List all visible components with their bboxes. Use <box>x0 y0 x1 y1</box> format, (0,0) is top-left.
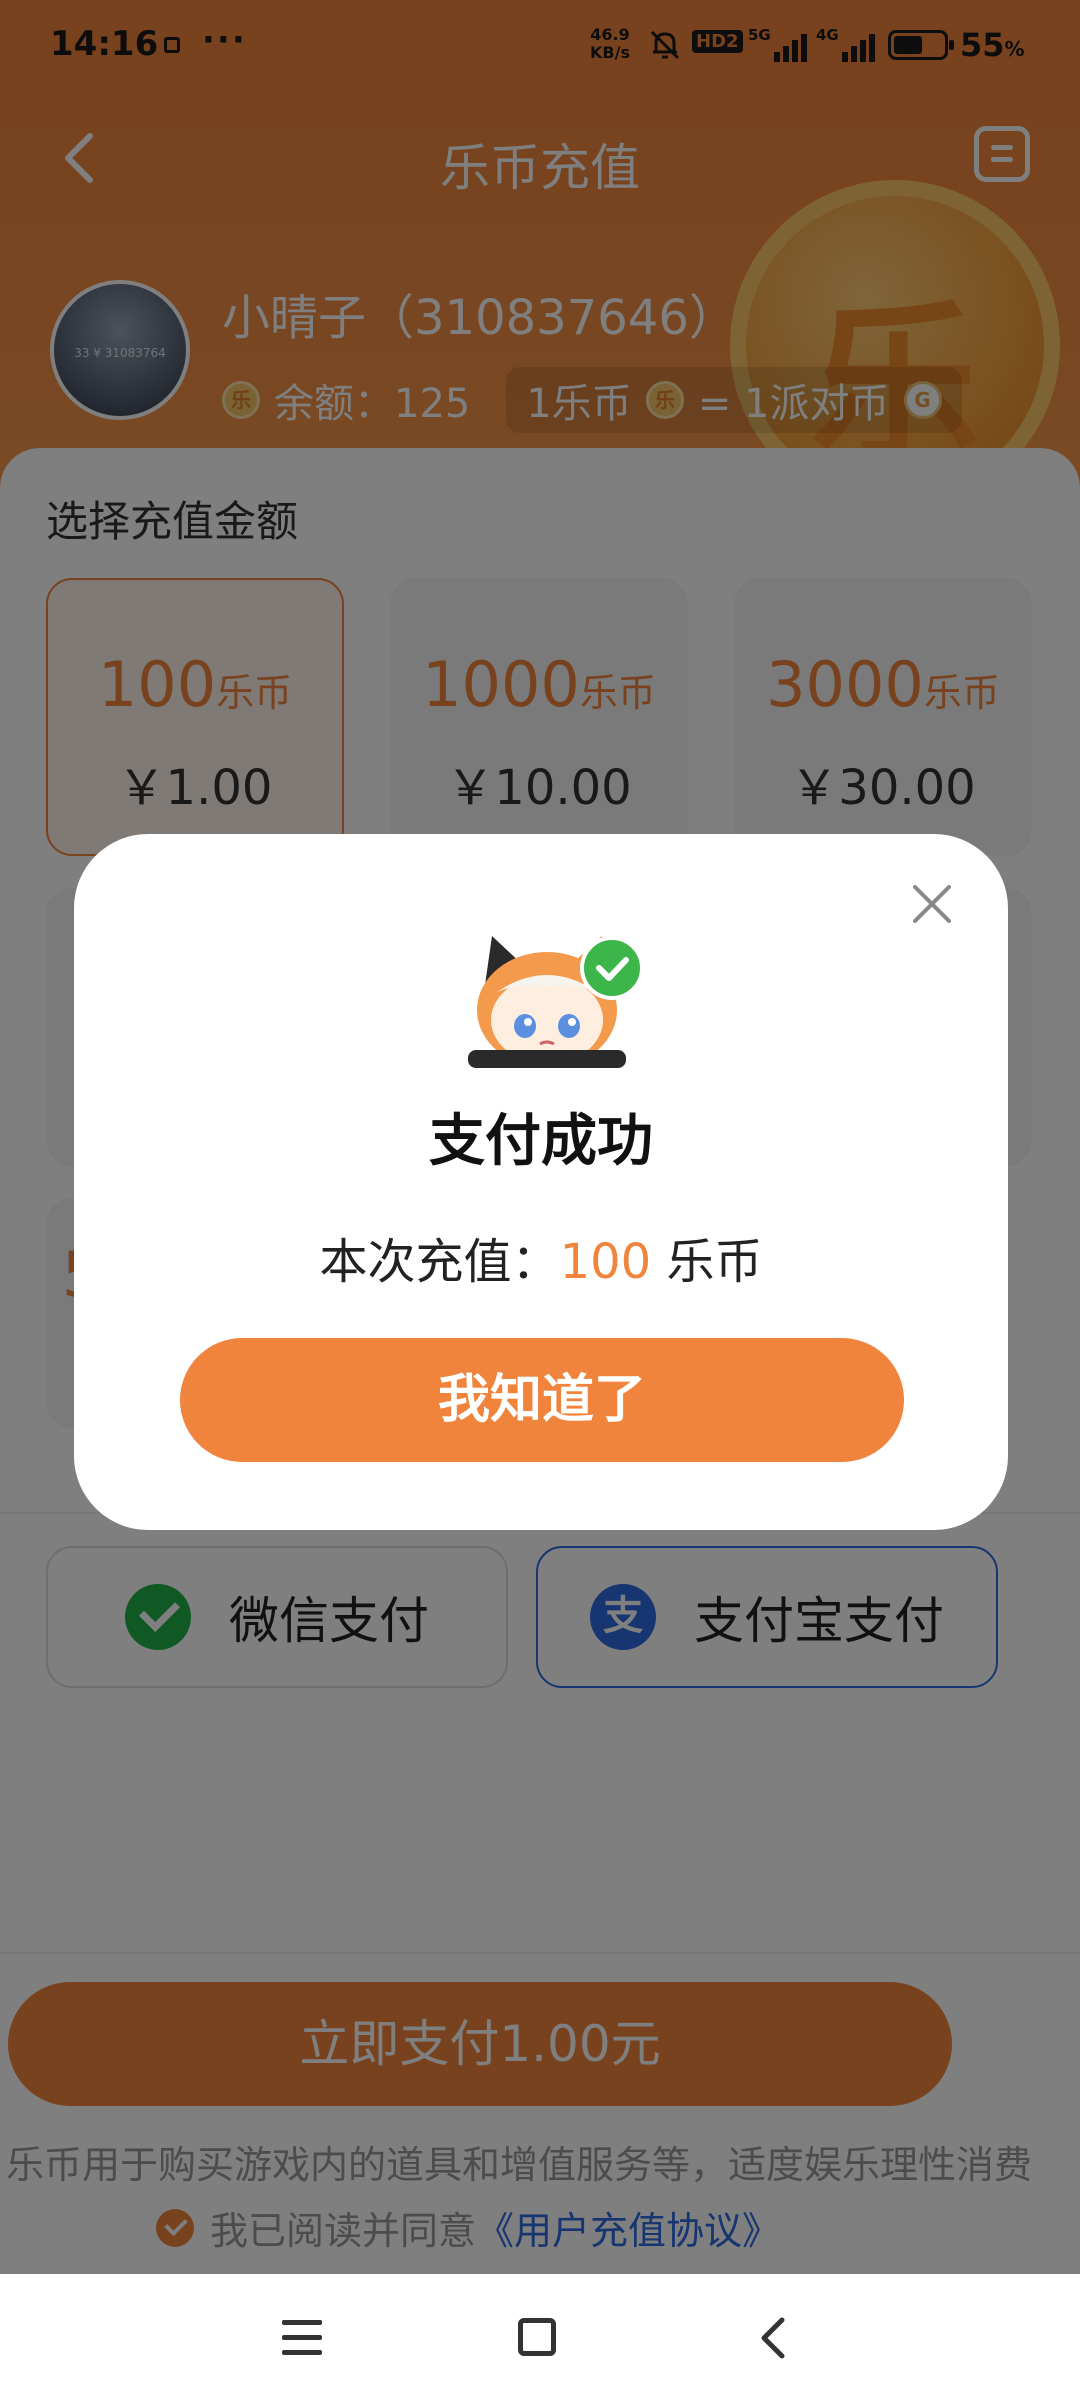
confirm-button[interactable]: 我知道了 <box>180 1338 904 1462</box>
mascot-success-icon <box>468 936 644 1068</box>
payment-success-dialog: 支付成功 本次充值：100 乐币 我知道了 <box>74 834 1008 1530</box>
nav-home-icon[interactable] <box>518 2318 556 2356</box>
nav-back-icon[interactable] <box>758 2316 788 2360</box>
recharge-summary: 本次充值：100 乐币 <box>319 1234 763 1290</box>
dialog-title: 支付成功 <box>429 1109 653 1174</box>
nav-menu-icon[interactable] <box>282 2320 322 2356</box>
close-icon[interactable] <box>912 884 952 924</box>
recharge-amount: 100 <box>559 1234 652 1290</box>
system-nav-bar <box>0 2274 1080 2400</box>
